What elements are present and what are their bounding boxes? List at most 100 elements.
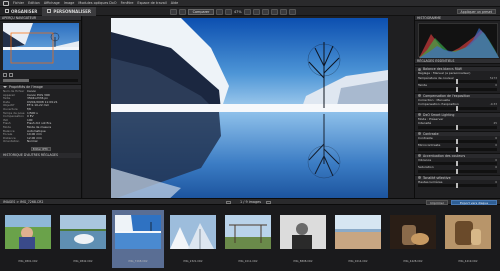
left-panel: APERÇU NAVIGATEUR Propriétés de l'image … xyxy=(0,16,82,198)
slider-knob[interactable] xyxy=(455,146,458,152)
zoom-dropdown-icon[interactable] xyxy=(243,8,251,15)
slider-knob[interactable] xyxy=(455,168,458,174)
slider-knob[interactable] xyxy=(455,105,458,111)
section-toggle-icon[interactable] xyxy=(418,176,421,179)
zoom-level[interactable]: 47% xyxy=(234,10,242,14)
collapse-icon xyxy=(3,86,7,88)
slider-knob[interactable] xyxy=(455,139,458,144)
thumbnail-filename: IMG_4428.CR2 xyxy=(403,260,423,263)
adjustment-slider[interactable] xyxy=(418,183,497,188)
adjustment-slider[interactable] xyxy=(418,79,497,84)
property-row: Orientation Normal xyxy=(3,140,78,144)
filmstrip-thumbnail[interactable]: IMG_2321.CR2 xyxy=(167,210,219,268)
tab-organize-label: ORGANISER xyxy=(11,8,38,14)
thumbnail-image[interactable] xyxy=(280,215,326,249)
filmstrip-thumbnail[interactable]: IMG_0801.CR2 xyxy=(2,210,54,268)
menu-help[interactable]: Aide xyxy=(171,1,179,5)
thumbnail-image[interactable] xyxy=(170,215,216,249)
menu-image[interactable]: Image xyxy=(64,1,75,5)
section-toggle-icon[interactable] xyxy=(418,154,421,157)
single-view-icon[interactable] xyxy=(170,8,177,15)
filmstrip-thumbnail[interactable]: IMG_8808.CR2 xyxy=(277,210,329,268)
property-value: Normal xyxy=(27,139,38,144)
section-toggle-icon[interactable] xyxy=(418,67,421,71)
adjustment-slider[interactable] xyxy=(418,105,497,111)
menu-view[interactable]: Affichage xyxy=(44,1,60,5)
filmstrip-thumbnail[interactable]: IMG_0842.CR2 xyxy=(57,210,109,268)
slider-knob[interactable] xyxy=(455,86,458,92)
property-key: Orientation xyxy=(3,139,20,144)
adjustment-slider[interactable] xyxy=(418,139,497,144)
edit-iptc-button[interactable]: Editer IPTC xyxy=(30,146,51,151)
adjustment-label: Réglage : Manuel (a personnaliser) xyxy=(418,71,471,76)
apply-preset-button[interactable]: Appliquer un preset xyxy=(456,9,496,14)
compare-button[interactable]: Comparer xyxy=(188,8,214,15)
zoom-100-icon[interactable] xyxy=(225,8,232,15)
image-viewer[interactable] xyxy=(83,16,414,216)
navigator-header: APERÇU NAVIGATEUR xyxy=(0,16,81,21)
histogram-curves xyxy=(419,28,499,58)
repair-tool-icon[interactable] xyxy=(288,8,296,15)
thumbnail-image[interactable] xyxy=(390,215,436,249)
thumbnail-filename: IMG_0842.CR2 xyxy=(73,260,93,263)
filmstrip-thumbnail[interactable]: IMG_0214.CR2 xyxy=(332,210,384,268)
slider-knob[interactable] xyxy=(455,79,458,84)
adjustment-slider[interactable] xyxy=(418,86,497,92)
thumbnail-image[interactable] xyxy=(115,215,161,249)
thumbnail-image[interactable] xyxy=(335,215,381,249)
adjustment-slider[interactable] xyxy=(418,168,497,174)
slider-knob[interactable] xyxy=(455,161,458,166)
split-view-icon[interactable] xyxy=(179,8,186,15)
section-toggle-icon[interactable] xyxy=(418,94,421,97)
previous-image-icon[interactable] xyxy=(226,201,231,204)
slider-knob[interactable] xyxy=(455,183,458,188)
right-panel: HISTOGRAMME RÉGLAGES ESSENTIELS Balance … xyxy=(414,16,500,198)
zoom-out-icon[interactable] xyxy=(3,73,7,77)
tab-customize-label: PERSONNALISER xyxy=(53,8,91,14)
navigator-zoom-slider[interactable] xyxy=(3,79,78,82)
thumbnail-filename: IMG_2321.CR2 xyxy=(183,260,203,263)
thumbnail-filename: IMG_1011.CR2 xyxy=(238,260,258,263)
navigator-landscape xyxy=(3,23,79,70)
straighten-tool-icon[interactable] xyxy=(261,8,269,15)
image-counter: 1 / 9 images xyxy=(240,200,262,204)
adjustment-slider[interactable] xyxy=(418,161,497,166)
fit-icon[interactable] xyxy=(216,8,223,15)
folder-icon xyxy=(5,9,9,13)
thumbnail-image[interactable] xyxy=(60,215,106,249)
section-toggle-icon[interactable] xyxy=(418,132,421,135)
crop-tool-icon[interactable] xyxy=(252,8,260,15)
section-toggle-icon[interactable] xyxy=(418,113,421,116)
slider-knob[interactable] xyxy=(455,124,458,130)
menu-workspace[interactable]: Espace de travail xyxy=(137,1,166,5)
main-photo[interactable] xyxy=(111,18,388,216)
image-path: IMAGES > IMG_7268.CR2 xyxy=(3,199,44,204)
filmstrip-thumbnail[interactable]: IMG_4428.CR2 xyxy=(387,210,439,268)
perspective-tool-icon[interactable] xyxy=(270,8,278,15)
menu-window[interactable]: Fenêtre xyxy=(121,1,134,5)
next-image-icon[interactable] xyxy=(266,201,271,204)
filmstrip-thumbnail[interactable]: IMG_4419.CR2 xyxy=(442,210,494,268)
menu-file[interactable]: Fichier xyxy=(13,1,24,5)
adjustment-slider[interactable] xyxy=(418,146,497,152)
thumbnail-image[interactable] xyxy=(445,215,491,249)
adjustment-slider[interactable] xyxy=(418,124,497,130)
menu-optics[interactable]: Modules optiques DxO xyxy=(78,1,116,5)
thumbnail-image[interactable] xyxy=(225,215,271,249)
navigator-preview[interactable] xyxy=(3,23,79,70)
filmstrip: IMG_0801.CR2 IMG_0842.CR2 IMG_7268.CR2 IMG_… xyxy=(0,205,500,271)
adjustment-label: Mode : Préserver xyxy=(418,116,444,121)
thumbnail-image[interactable] xyxy=(5,215,51,249)
zoom-in-icon[interactable] xyxy=(9,73,13,77)
redeye-tool-icon[interactable] xyxy=(279,8,287,15)
thumbnail-filename: IMG_8808.CR2 xyxy=(293,260,313,263)
history-header[interactable]: HISTORIQUE D'AUTRES RÉGLAGES xyxy=(0,152,81,158)
filmstrip-thumbnail[interactable]: IMG_7268.CR2 xyxy=(112,210,164,268)
menu-edit[interactable]: Edition xyxy=(28,1,40,5)
filmstrip-toolbar: IMAGES > IMG_7268.CR2 1 / 9 images Impri… xyxy=(0,198,500,205)
tab-organize[interactable]: ORGANISER xyxy=(0,7,42,16)
tab-customize[interactable]: PERSONNALISER xyxy=(42,6,96,16)
histogram-graph xyxy=(418,23,499,58)
view-toolbar: Comparer 47% xyxy=(170,8,296,15)
filmstrip-thumbnail[interactable]: IMG_1011.CR2 xyxy=(222,210,274,268)
